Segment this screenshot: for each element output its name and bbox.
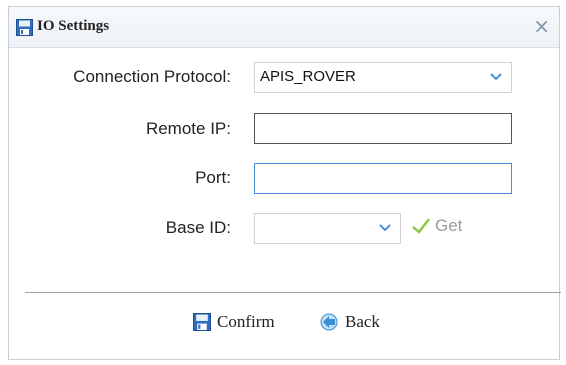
- get-label: Get: [435, 216, 463, 235]
- remote-ip-input[interactable]: [254, 113, 512, 144]
- protocol-value: APIS_ROVER: [260, 68, 356, 85]
- get-button[interactable]: Get: [411, 216, 462, 236]
- io-settings-dialog: IO Settings × Connection Protocol: APIS_…: [8, 6, 561, 360]
- protocol-label: Connection Protocol:: [73, 67, 231, 86]
- chevron-down-icon: [379, 224, 391, 232]
- base-id-select[interactable]: [254, 213, 401, 244]
- divider: [25, 292, 561, 293]
- close-icon[interactable]: ×: [533, 16, 550, 36]
- back-label: Back: [345, 312, 380, 331]
- back-arrow-icon: [320, 313, 338, 331]
- floppy-disk-icon: [193, 313, 211, 331]
- confirm-label: Confirm: [217, 312, 275, 331]
- floppy-disk-icon: [16, 19, 33, 36]
- base-id-label: Base ID:: [165, 218, 231, 237]
- dialog-titlebar: IO Settings ×: [9, 7, 559, 48]
- protocol-select[interactable]: APIS_ROVER: [254, 62, 512, 93]
- port-input[interactable]: [254, 163, 512, 194]
- chevron-down-icon: [490, 73, 502, 81]
- remote-ip-label: Remote IP:: [145, 119, 231, 138]
- confirm-button[interactable]: Confirm: [193, 312, 275, 332]
- back-button[interactable]: Back: [319, 312, 380, 332]
- checkmark-icon: [412, 218, 430, 234]
- dialog-title: IO Settings: [37, 18, 110, 34]
- port-label: Port:: [195, 168, 231, 187]
